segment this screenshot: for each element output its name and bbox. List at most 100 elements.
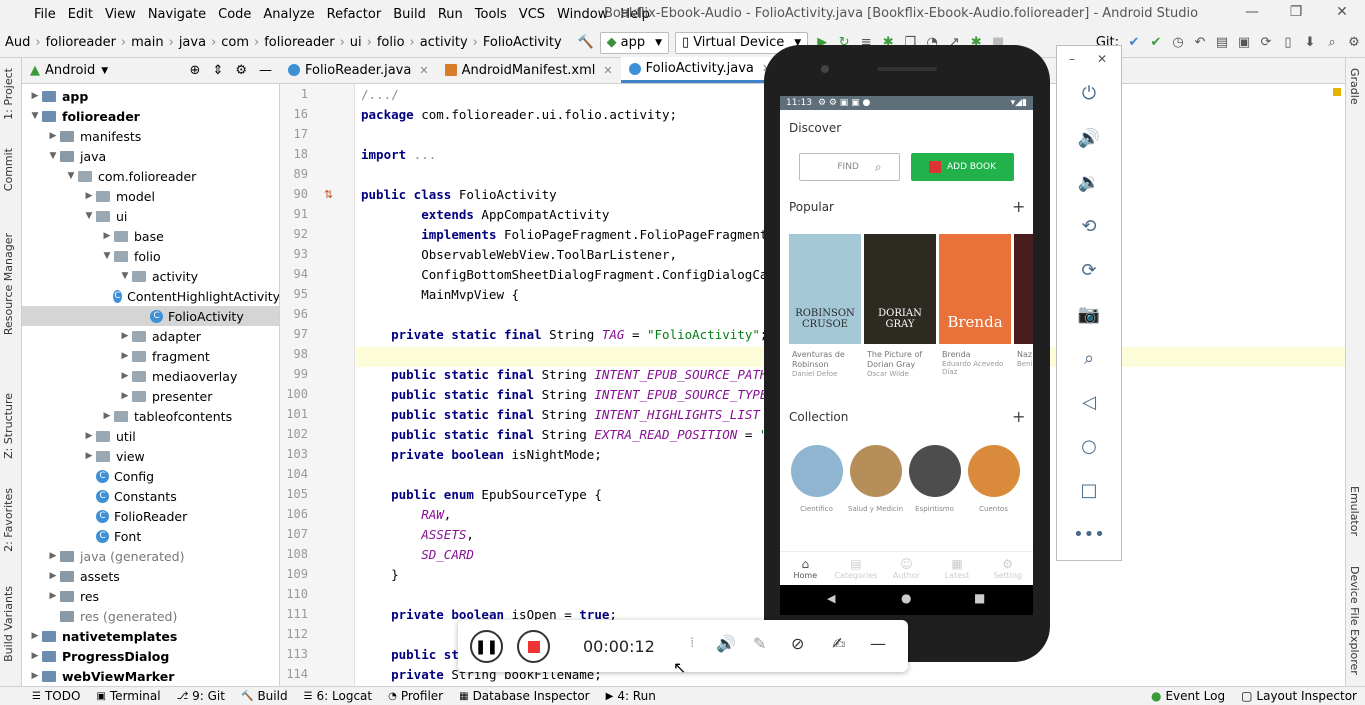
tree-node[interactable]: ▶ webViewMarker	[22, 666, 279, 686]
tab-structure[interactable]: Z: Structure	[2, 393, 15, 459]
chevron-right-icon[interactable]: ▶	[118, 331, 132, 341]
menu-analyze[interactable]: Analyze	[257, 7, 320, 22]
code-line[interactable]: }	[361, 567, 399, 582]
tab-project[interactable]: 1: Project	[2, 68, 15, 120]
project-view-select[interactable]: Android	[45, 63, 95, 78]
chevron-right-icon[interactable]: ▶	[46, 571, 60, 581]
settings-icon[interactable]: ⚙	[1343, 32, 1365, 54]
chevron-right-icon[interactable]: ▶	[28, 631, 42, 641]
breadcrumb-item[interactable]: Aud	[2, 35, 33, 50]
chevron-down-icon[interactable]: ▼	[82, 211, 96, 221]
phone-nav-categories[interactable]: ▤ Categories	[831, 552, 882, 585]
code-line[interactable]: public class FolioActivity	[361, 187, 557, 202]
code-line[interactable]: MainMvpView {	[361, 287, 519, 302]
popular-plus-icon[interactable]: +	[1012, 197, 1025, 216]
draw-icon[interactable]: ✍	[832, 634, 845, 653]
chevron-down-icon[interactable]: ▼	[101, 66, 108, 76]
sync-icon[interactable]: ⟳	[1255, 32, 1277, 54]
editor-tab[interactable]: FolioActivity.java✕	[620, 57, 780, 83]
add-book-button[interactable]: ADD BOOK	[911, 153, 1014, 181]
close-icon[interactable]: ✕	[419, 64, 428, 77]
code-line[interactable]: public sta	[361, 647, 466, 662]
chevron-down-icon[interactable]: ▼	[28, 111, 42, 121]
chevron-right-icon[interactable]: ▶	[118, 391, 132, 401]
tree-node[interactable]: ▶ manifests	[22, 126, 279, 146]
breadcrumb-item[interactable]: java	[176, 35, 209, 50]
tree-node[interactable]: ▶ tableofcontents	[22, 406, 279, 426]
book-card[interactable]: DORIAN GRAY The Picture of Dorian Gray Osc…	[864, 234, 936, 378]
menu-edit[interactable]: Edit	[62, 7, 99, 22]
phone-nav-setting[interactable]: ⚙ Setting	[982, 552, 1033, 585]
webcam-off-icon[interactable]: ⊘	[791, 634, 804, 653]
tree-node[interactable]: ▼ folioreader	[22, 106, 279, 126]
maximize-icon[interactable]: ❐	[1286, 4, 1306, 24]
collapse-icon[interactable]: ⇕	[212, 63, 223, 78]
code-line[interactable]: package com.folioreader.ui.folio.activit…	[361, 107, 677, 122]
close-icon[interactable]: ✕	[1097, 52, 1107, 66]
chevron-down-icon[interactable]: ▼	[118, 271, 132, 281]
sdk-icon[interactable]: ⬇	[1299, 32, 1321, 54]
collection-item[interactable]: Científico	[789, 445, 844, 513]
tree-node[interactable]: C ContentHighlightActivity	[22, 286, 279, 306]
tree-node[interactable]: ▼ java	[22, 146, 279, 166]
rollback-icon[interactable]: ↶	[1189, 32, 1211, 54]
code-line[interactable]: RAW,	[361, 507, 451, 522]
chevron-right-icon[interactable]: ▶	[118, 351, 132, 361]
code-line[interactable]: public static final String EXTRA_READ_PO…	[361, 427, 790, 442]
layout-inspector-button[interactable]: ▢ Layout Inspector	[1233, 689, 1365, 703]
menu-code[interactable]: Code	[212, 7, 257, 22]
tree-node[interactable]: ▼ ui	[22, 206, 279, 226]
mic-off-icon[interactable]: ✎	[753, 634, 766, 653]
breadcrumb-item[interactable]: com	[218, 35, 252, 50]
drag-handle-icon[interactable]: ⁞	[690, 635, 694, 651]
override-icon[interactable]: ⇅	[324, 188, 333, 201]
tree-node[interactable]: res (generated)	[22, 606, 279, 626]
menu-vcs[interactable]: VCS	[513, 7, 551, 22]
phone-nav-home[interactable]: ⌂ Home	[780, 552, 831, 585]
tree-node[interactable]: ▶ util	[22, 426, 279, 446]
code-line[interactable]: private static final String TAG = "Folio…	[361, 327, 767, 342]
code-line[interactable]: ObservableWebView.ToolBarListener,	[361, 247, 677, 262]
code-line[interactable]: import ...	[361, 147, 436, 162]
back-icon[interactable]: ◁	[1057, 392, 1121, 413]
chevron-right-icon[interactable]: ▶	[46, 591, 60, 601]
breadcrumb-item[interactable]: folioreader	[43, 35, 119, 50]
tree-node[interactable]: C Font	[22, 526, 279, 546]
rotate-left-icon[interactable]: ⟲	[1057, 216, 1121, 237]
device-manager-icon[interactable]: ▣	[1233, 32, 1255, 54]
editor-tab[interactable]: FolioReader.java ✕	[280, 57, 437, 83]
pause-icon[interactable]: ❚❚	[470, 630, 503, 663]
screenshot-icon[interactable]: 📷	[1057, 304, 1121, 325]
code-line[interactable]: ConfigBottomSheetDialogFragment.ConfigDi…	[361, 267, 820, 282]
tab-gradle[interactable]: Gradle	[1348, 68, 1361, 105]
locate-icon[interactable]: ⊕	[190, 63, 201, 78]
code-line[interactable]: public static final String INTENT_EPUB_S…	[361, 387, 797, 402]
tree-node[interactable]: ▶ java (generated)	[22, 546, 279, 566]
find-input[interactable]: FIND ⌕	[799, 153, 900, 181]
event-log-button[interactable]: ● Event Log	[1143, 689, 1233, 703]
close-icon[interactable]: ✕	[1332, 4, 1352, 24]
breadcrumb-item[interactable]: ui	[347, 35, 365, 50]
chevron-right-icon[interactable]: ▶	[46, 551, 60, 561]
statusbar-item[interactable]: ▶ 4: Run	[598, 689, 664, 703]
tab-resource-manager[interactable]: Resource Manager	[2, 233, 15, 335]
tree-node[interactable]: ▶ app	[22, 86, 279, 106]
home-icon[interactable]: ●	[901, 591, 911, 605]
avd-icon[interactable]: ▯	[1277, 32, 1299, 54]
chevron-right-icon[interactable]: ▶	[82, 451, 96, 461]
collection-item[interactable]: Espiritismo	[907, 445, 962, 513]
menu-tools[interactable]: Tools	[469, 7, 513, 22]
home-icon[interactable]: ○	[1057, 436, 1121, 457]
chevron-right-icon[interactable]: ▶	[82, 431, 96, 441]
menu-run[interactable]: Run	[432, 7, 469, 22]
chevron-down-icon[interactable]: ▼	[64, 171, 78, 181]
stop-button[interactable]	[517, 630, 550, 663]
tree-node[interactable]: C FolioActivity	[22, 306, 279, 326]
back-icon[interactable]: ◀	[827, 592, 835, 605]
code-line[interactable]: private boolean isNightMode;	[361, 447, 602, 462]
statusbar-item[interactable]: ▦ Database Inspector	[451, 689, 598, 703]
power-icon[interactable]: ⏻	[1057, 83, 1121, 104]
editor-tab[interactable]: AndroidManifest.xml ✕	[437, 57, 621, 83]
tree-node[interactable]: ▼ com.folioreader	[22, 166, 279, 186]
speaker-icon[interactable]: 🔊	[716, 634, 736, 653]
